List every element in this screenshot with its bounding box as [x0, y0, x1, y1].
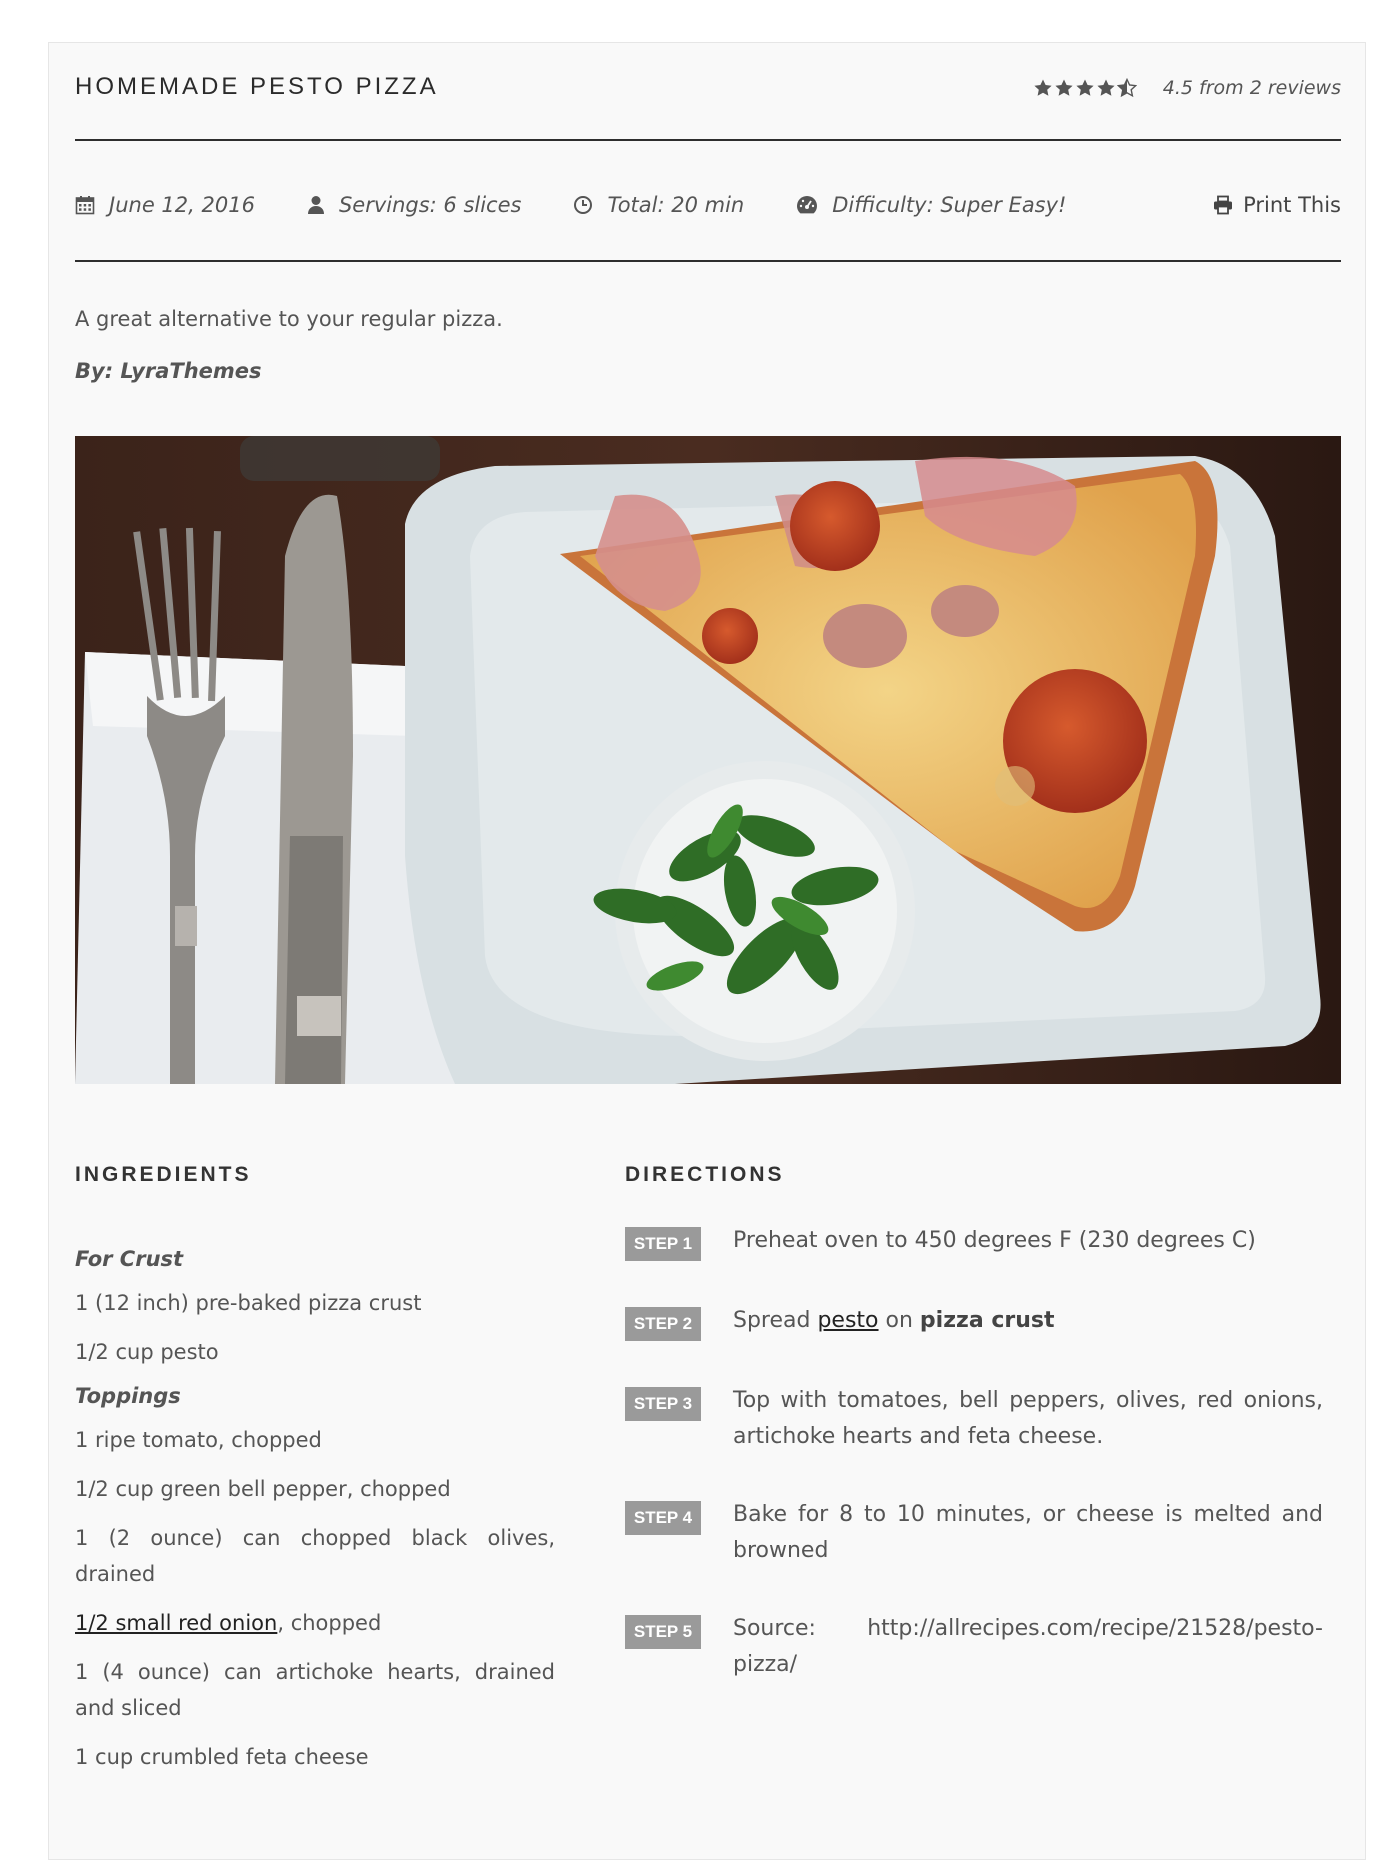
direction-step: STEP 2 Spread pesto on pizza crust — [625, 1303, 1325, 1341]
step-text: Spread pesto on pizza crust — [733, 1303, 1323, 1339]
ingredient-link-onion[interactable]: 1/2 small red onion — [75, 1611, 277, 1635]
ingredients-section: INGREDIENTS For Crust 1 (12 inch) pre-ba… — [75, 1163, 555, 1788]
recipe-photo — [75, 436, 1341, 1084]
ingredient-item: 1 ripe tomato, chopped — [75, 1428, 322, 1452]
step-badge: STEP 2 — [625, 1307, 701, 1341]
meta-difficulty: Difficulty: Super Easy! — [796, 193, 1066, 217]
rating[interactable]: 4.5 from 2 reviews — [1033, 77, 1341, 99]
step-text: Source: http://allrecipes.com/recipe/215… — [733, 1616, 1323, 1677]
difficulty-text: Difficulty: Super Easy! — [832, 193, 1067, 217]
star-icon[interactable] — [1075, 78, 1095, 98]
servings-text: Servings: 6 slices — [338, 193, 522, 217]
recipe-description: A great alternative to your regular pizz… — [75, 307, 503, 331]
directions-title: DIRECTIONS — [625, 1163, 785, 1186]
ingredient-item: 1 (12 inch) pre-baked pizza crust — [75, 1291, 422, 1315]
star-icon[interactable] — [1096, 78, 1116, 98]
recipe-header: HOMEMADE PESTO PIZZA 4.5 from 2 reviews — [75, 73, 1341, 113]
recipe-title: HOMEMADE PESTO PIZZA — [75, 73, 439, 100]
gauge-icon — [797, 196, 818, 214]
total-time-text: Total: 20 min — [607, 193, 745, 217]
meta-date: June 12, 2016 — [75, 193, 255, 217]
date-text: June 12, 2016 — [109, 193, 255, 217]
direction-step: STEP 3 Top with tomatoes, bell peppers, … — [625, 1383, 1325, 1455]
step-text-mid: on — [878, 1308, 920, 1333]
ingredients-title: INGREDIENTS — [75, 1163, 252, 1186]
step-badge: STEP 4 — [625, 1501, 701, 1535]
user-icon — [307, 196, 324, 214]
step-text: Preheat oven to 450 degrees F (230 degre… — [733, 1228, 1256, 1253]
star-icon[interactable] — [1054, 78, 1074, 98]
ingredient-item: 1 (2 ounce) can chopped black olives, dr… — [75, 1526, 555, 1586]
meta-total-time: Total: 20 min — [573, 193, 744, 217]
star-half-icon[interactable] — [1116, 78, 1137, 98]
ingredient-item: 1 cup crumbled feta cheese — [75, 1745, 369, 1769]
step-text: Bake for 8 to 10 minutes, or cheese is m… — [733, 1502, 1323, 1563]
step-badge: STEP 1 — [625, 1227, 701, 1261]
recipe-author: By: LyraThemes — [75, 359, 262, 383]
directions-section: STEP 1 Preheat oven to 450 degrees F (23… — [625, 1223, 1325, 1725]
ingredient-group-toppings: Toppings — [75, 1384, 181, 1408]
print-label: Print This — [1243, 193, 1341, 217]
direction-step: STEP 1 Preheat oven to 450 degrees F (23… — [625, 1223, 1325, 1261]
recipe-card: HOMEMADE PESTO PIZZA 4.5 from 2 reviews … — [48, 42, 1366, 1860]
ingredient-item: 1 (4 ounce) can artichoke hearts, draine… — [75, 1660, 555, 1720]
ingredient-item: 1/2 cup green bell pepper, chopped — [75, 1477, 451, 1501]
ingredient-item: 1/2 cup pesto — [75, 1340, 219, 1364]
meta-servings: Servings: 6 slices — [307, 193, 522, 217]
direction-step: STEP 5 Source: http://allrecipes.com/rec… — [625, 1611, 1325, 1683]
step-text-pre: Spread — [733, 1308, 818, 1333]
print-button[interactable]: Print This — [1213, 185, 1341, 225]
ingredient-onion-rest: , chopped — [277, 1611, 382, 1635]
step-link-pesto[interactable]: pesto — [817, 1308, 878, 1333]
pizza-photo-illustration — [75, 436, 1341, 1084]
recipe-meta: June 12, 2016 Servings: 6 slices Total: … — [75, 185, 1341, 225]
ingredient-item: 1/2 small red onion, chopped — [75, 1605, 555, 1641]
step-text: Top with tomatoes, bell peppers, olives,… — [733, 1388, 1323, 1449]
rating-stars[interactable] — [1033, 78, 1137, 98]
step-badge: STEP 5 — [625, 1615, 701, 1649]
star-icon[interactable] — [1033, 78, 1053, 98]
step-badge: STEP 3 — [625, 1387, 701, 1421]
print-icon — [1214, 195, 1233, 215]
divider — [75, 139, 1341, 141]
calendar-icon — [75, 196, 95, 215]
direction-step: STEP 4 Bake for 8 to 10 minutes, or chee… — [625, 1497, 1325, 1569]
clock-icon — [574, 196, 593, 214]
step-text-bold: pizza crust — [919, 1308, 1055, 1333]
rating-text: 4.5 from 2 reviews — [1162, 77, 1341, 99]
ingredient-group-crust: For Crust — [75, 1247, 184, 1271]
divider — [75, 260, 1341, 262]
